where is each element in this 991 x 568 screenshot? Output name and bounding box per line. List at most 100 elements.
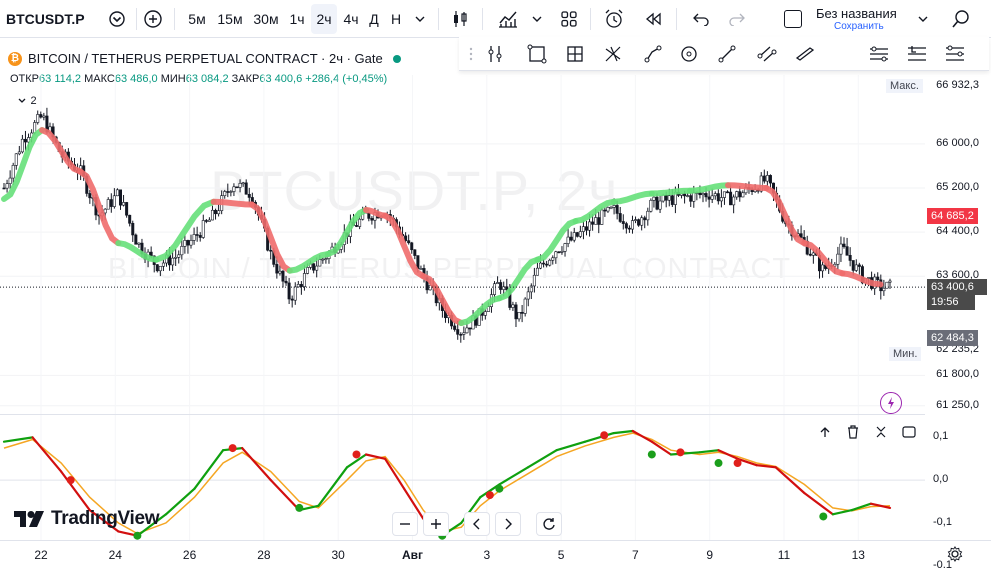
scroll-left-button[interactable] [464, 512, 490, 536]
plus-icon [431, 519, 441, 529]
moving-average-segment [648, 187, 693, 197]
candle-body [603, 209, 607, 212]
line-icon [718, 45, 736, 63]
oscillator-fast-segment [584, 432, 615, 443]
candle-body [39, 114, 43, 118]
oscillator-cross-dot [733, 459, 742, 468]
search-button[interactable] [948, 4, 974, 34]
pane-move-up-button[interactable] [814, 422, 836, 442]
draw-tool-fib-extension[interactable] [941, 40, 969, 68]
draw-tool-vertical-segments[interactable] [481, 40, 509, 68]
price-scale[interactable]: 66 000,0 65 200,0 64 400,0 63 600,0 61 800,0… [925, 75, 991, 415]
candle-body [496, 282, 500, 285]
candle-body [523, 298, 527, 314]
draw-tool-pitchfork[interactable] [599, 40, 627, 68]
candle-body [707, 196, 711, 200]
oscillator-cross-dot [819, 512, 828, 521]
price-tick: 65 200,0 [936, 181, 979, 193]
moving-average-segment [763, 185, 808, 247]
draw-tool-trend-line[interactable] [639, 40, 667, 68]
candle-body [710, 195, 714, 200]
candle-body [811, 252, 815, 256]
candle-body [23, 138, 27, 143]
candle-body [468, 327, 472, 330]
candle-body [836, 253, 840, 265]
draw-tool-parallel-channel[interactable] [753, 40, 781, 68]
candle-body [109, 199, 113, 207]
flash-button[interactable] [880, 392, 902, 414]
draw-tool-fib-levels[interactable] [903, 40, 931, 68]
candle-body [848, 255, 852, 261]
candle-body [517, 311, 521, 320]
candle-body [134, 234, 138, 245]
candle-body [704, 193, 708, 198]
oscillator-fast-segment [31, 436, 63, 473]
max-price-label: Макс. [886, 79, 923, 93]
drag-dots-icon [469, 47, 473, 61]
price-chart[interactable] [0, 0, 925, 540]
candle-body [615, 205, 619, 214]
candle-body [367, 212, 371, 219]
candle-body [532, 274, 536, 287]
candle-body [535, 267, 539, 276]
candle-body [845, 246, 849, 256]
pane-collapse-button[interactable] [870, 422, 892, 442]
candle-body [839, 243, 843, 255]
draw-tool-flag-channel[interactable] [791, 40, 819, 68]
candle-body [808, 253, 812, 256]
time-axis[interactable]: 22 24 26 28 30 Авг 3 5 7 9 11 13 [0, 540, 991, 568]
candle-body [683, 193, 687, 197]
candle-body [204, 220, 208, 222]
oscillator-cross-dot [295, 503, 304, 512]
candle-body [302, 273, 306, 287]
candle-body [857, 264, 861, 267]
time-tick: 26 [182, 548, 197, 562]
vertical-segments-icon [488, 46, 502, 62]
oscillator-fast-segment [241, 447, 272, 482]
candle-body [275, 264, 279, 274]
candle-body [88, 193, 92, 199]
draw-tool-line[interactable] [713, 40, 741, 68]
zoom-in-button[interactable] [423, 512, 449, 536]
candle-body [17, 151, 21, 155]
candle-body [235, 186, 239, 189]
candle-body [410, 242, 414, 251]
candle-body [664, 194, 668, 201]
oscillator-cross-dot [228, 444, 237, 453]
candle-body [701, 193, 705, 196]
candle-body [768, 175, 772, 184]
candle-body [618, 213, 622, 222]
candle-body [526, 291, 530, 300]
time-tick: 22 [34, 548, 48, 562]
draw-tool-circle[interactable] [675, 40, 703, 68]
time-tick: 5 [557, 548, 565, 562]
candle-body [842, 243, 846, 247]
candle-body [459, 334, 463, 336]
scroll-right-button[interactable] [495, 512, 521, 536]
rectangle-icon [527, 44, 547, 64]
candle-body [741, 192, 745, 198]
candle-body [581, 226, 585, 232]
draw-tool-regression[interactable] [865, 40, 893, 68]
candle-body [483, 311, 487, 316]
chart-gridlines [0, 75, 925, 540]
candle-body [122, 202, 126, 206]
candle-body [106, 199, 110, 210]
draw-tool-rectangle[interactable] [523, 40, 551, 68]
candle-body [591, 221, 595, 225]
candle-body [520, 311, 524, 314]
reset-chart-button[interactable] [536, 512, 562, 536]
arrow-up-icon [820, 427, 830, 437]
tradingview-logo[interactable]: TradingView [14, 508, 160, 530]
candle-body [453, 325, 457, 330]
pane-maximize-button[interactable] [898, 422, 920, 442]
candle-body [569, 236, 573, 241]
pane-separator[interactable] [0, 414, 925, 415]
oscillator-cross-dot [133, 531, 142, 540]
pane-delete-button[interactable] [842, 422, 864, 442]
draw-tool-gann-box[interactable] [561, 40, 589, 68]
zoom-out-button[interactable] [392, 512, 418, 536]
min-price-label: Мин. [889, 347, 922, 361]
candle-body [324, 258, 328, 260]
candle-body [867, 277, 871, 279]
